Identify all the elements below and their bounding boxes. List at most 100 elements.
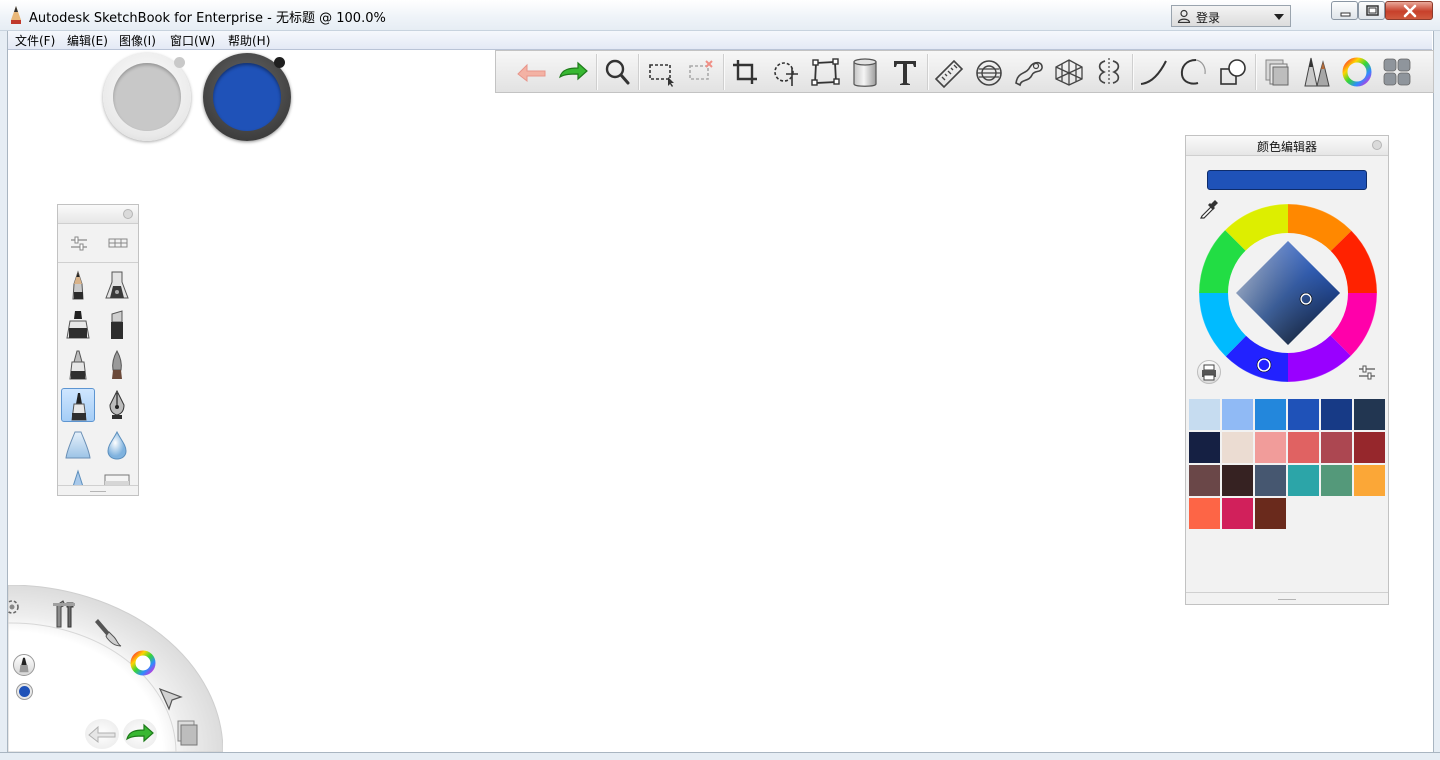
menu-help[interactable]: 帮助(H) bbox=[228, 32, 270, 49]
color-swatch[interactable] bbox=[1354, 465, 1385, 496]
color-swatch[interactable] bbox=[1288, 432, 1319, 463]
lagoon-redo-button[interactable] bbox=[123, 719, 157, 749]
ruler-button[interactable] bbox=[932, 55, 966, 89]
color-swatch[interactable] bbox=[1222, 432, 1253, 463]
lagoon-tools-button[interactable] bbox=[49, 597, 81, 631]
color-swatch[interactable] bbox=[1222, 399, 1253, 430]
distort-button[interactable] bbox=[808, 55, 842, 89]
brush-panel-header[interactable] bbox=[58, 205, 138, 224]
menu-window[interactable]: 窗口(W) bbox=[170, 32, 215, 49]
ellipse-guide-button[interactable] bbox=[972, 55, 1006, 89]
shape-button[interactable] bbox=[1216, 55, 1250, 89]
lagoon-select-button[interactable] bbox=[156, 683, 186, 713]
primary-color-puck[interactable] bbox=[203, 53, 291, 141]
lagoon-color-indicator[interactable] bbox=[17, 684, 32, 699]
brush-paintbrush[interactable] bbox=[100, 348, 134, 382]
flat-eraser-icon bbox=[104, 474, 130, 485]
color-swatch[interactable] bbox=[1255, 399, 1286, 430]
brush-flat-eraser[interactable] bbox=[100, 467, 134, 485]
menu-edit[interactable]: 编辑(E) bbox=[67, 32, 108, 49]
undo-button[interactable] bbox=[515, 55, 549, 89]
color-wheel[interactable] bbox=[1194, 199, 1382, 387]
zoom-button[interactable] bbox=[600, 55, 634, 89]
brush-marker[interactable] bbox=[61, 308, 95, 342]
close-button[interactable] bbox=[1385, 1, 1433, 20]
brush-water-drop[interactable] bbox=[100, 428, 134, 462]
deselect-button[interactable] bbox=[684, 55, 718, 89]
brush-ballpoint[interactable] bbox=[61, 348, 95, 382]
puck-dot bbox=[174, 57, 185, 68]
color-swatch[interactable] bbox=[1222, 498, 1253, 529]
toolbar-separator bbox=[927, 54, 929, 90]
french-curve-icon bbox=[1015, 61, 1043, 87]
brush-fine-pen-selected[interactable] bbox=[61, 388, 95, 422]
color-swatch[interactable] bbox=[1321, 399, 1352, 430]
color-swatch[interactable] bbox=[1189, 399, 1220, 430]
stroke-line-button[interactable] bbox=[1137, 55, 1171, 89]
color-swatch[interactable] bbox=[1354, 399, 1385, 430]
menu-file[interactable]: 文件(F) bbox=[15, 32, 55, 49]
color-swatch[interactable] bbox=[1321, 432, 1352, 463]
panel-resize-grip[interactable] bbox=[1278, 599, 1296, 600]
brush-soft-eraser[interactable] bbox=[61, 428, 95, 462]
ellipse-tool-button[interactable] bbox=[1176, 55, 1210, 89]
tool-menu-button[interactable] bbox=[1380, 55, 1414, 89]
brush-properties-button[interactable] bbox=[67, 232, 91, 254]
menu-image[interactable]: 图像(I) bbox=[119, 32, 156, 49]
text-button[interactable] bbox=[888, 55, 922, 89]
panel-close-icon[interactable] bbox=[123, 209, 133, 219]
maximize-button[interactable] bbox=[1358, 1, 1385, 20]
layers-button[interactable] bbox=[1260, 55, 1294, 89]
color-swatch[interactable] bbox=[1222, 465, 1253, 496]
french-curve-button[interactable] bbox=[1012, 55, 1046, 89]
brush-airbrush[interactable] bbox=[100, 268, 134, 302]
brush-library-button[interactable] bbox=[1300, 55, 1334, 89]
ruler-icon bbox=[934, 59, 964, 89]
fill-button[interactable] bbox=[848, 55, 882, 89]
color-swatch[interactable] bbox=[1288, 399, 1319, 430]
panel-close-icon[interactable] bbox=[1372, 140, 1382, 150]
crop-button[interactable] bbox=[728, 55, 762, 89]
brush-library-open-button[interactable] bbox=[106, 232, 130, 254]
login-label: 登录 bbox=[1196, 11, 1221, 25]
color-swatch[interactable] bbox=[1189, 432, 1220, 463]
lagoon-brush-indicator[interactable] bbox=[13, 654, 35, 676]
lagoon-brushes-button[interactable] bbox=[92, 615, 124, 649]
color-wheel-button[interactable] bbox=[1340, 55, 1374, 89]
minimize-button[interactable] bbox=[1331, 1, 1358, 20]
login-dropdown[interactable]: 登录 bbox=[1171, 5, 1291, 27]
chevron-down-icon bbox=[1274, 14, 1284, 20]
panel-resize-grip[interactable] bbox=[90, 491, 106, 492]
maximize-icon bbox=[1366, 5, 1379, 16]
brush-pencil[interactable] bbox=[61, 268, 95, 302]
lagoon-radial-menu bbox=[8, 585, 223, 752]
transform-button[interactable] bbox=[768, 55, 802, 89]
color-options-button[interactable] bbox=[1197, 360, 1221, 384]
lagoon-settings-button[interactable] bbox=[8, 597, 22, 617]
color-swatch[interactable] bbox=[1255, 432, 1286, 463]
color-swatch[interactable] bbox=[1189, 465, 1220, 496]
lagoon-undo-button[interactable] bbox=[85, 719, 119, 749]
symmetry-button[interactable] bbox=[1092, 55, 1126, 89]
color-swatch[interactable] bbox=[1255, 498, 1286, 529]
color-sliders-button[interactable] bbox=[1356, 362, 1378, 384]
color-swatch[interactable] bbox=[1321, 465, 1352, 496]
color-swatch[interactable] bbox=[1189, 498, 1220, 529]
shape-icon bbox=[1220, 59, 1246, 85]
ellipse-guide-icon bbox=[976, 60, 1002, 86]
brush-chisel-marker[interactable] bbox=[100, 308, 134, 342]
brush-triangle-tip[interactable] bbox=[61, 467, 95, 485]
close-icon bbox=[1403, 4, 1417, 18]
select-button[interactable] bbox=[644, 55, 678, 89]
redo-button[interactable] bbox=[556, 55, 590, 89]
color-editor-header[interactable]: 颜色编辑器 bbox=[1186, 136, 1388, 156]
brush-ink-pen[interactable] bbox=[100, 388, 134, 422]
perspective-button[interactable] bbox=[1052, 55, 1086, 89]
color-swatch[interactable] bbox=[1255, 465, 1286, 496]
lagoon-layers-button[interactable] bbox=[172, 717, 202, 751]
secondary-color-puck[interactable] bbox=[103, 53, 191, 141]
lagoon-color-button[interactable] bbox=[127, 647, 159, 679]
color-swatch[interactable] bbox=[1288, 465, 1319, 496]
color-swatch[interactable] bbox=[1354, 432, 1385, 463]
panel-divider bbox=[1186, 592, 1388, 593]
